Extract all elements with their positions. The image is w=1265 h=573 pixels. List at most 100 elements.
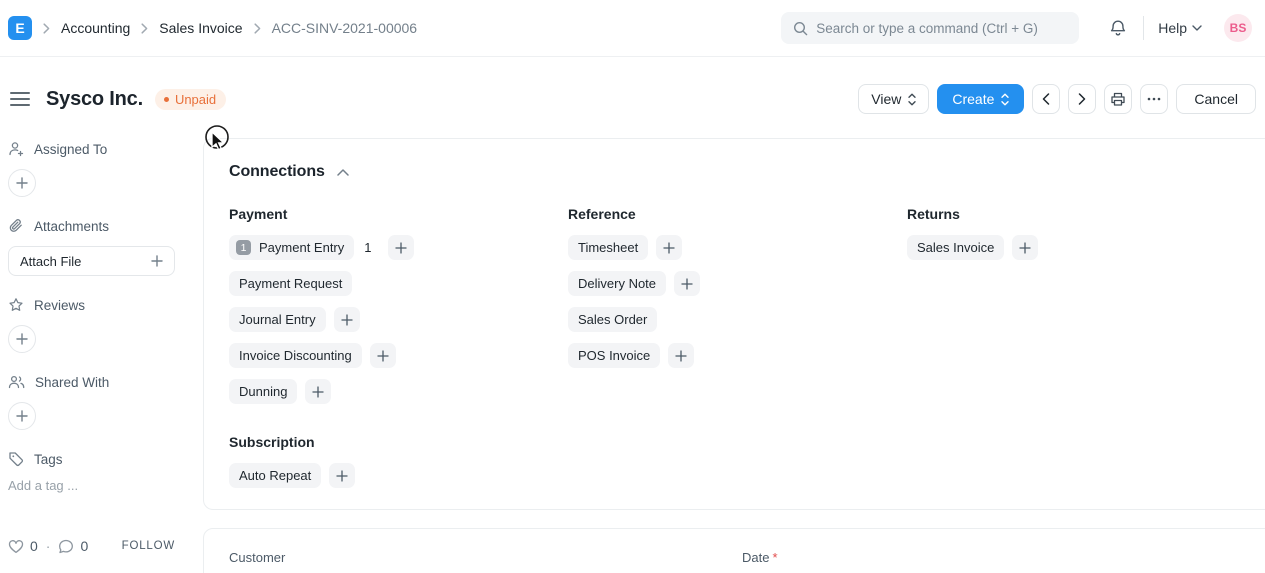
add-sales-invoice-return-button[interactable] [1012, 235, 1039, 260]
add-dunning-button[interactable] [305, 379, 332, 404]
add-review-button[interactable] [8, 325, 36, 353]
sidebar-toggle-icon[interactable] [10, 92, 30, 106]
plus-icon [681, 277, 693, 290]
ellipsis-icon [1148, 97, 1161, 101]
sidebar-footer: 0 · 0 FOLLOW [8, 538, 175, 563]
reviews-section: Reviews [8, 297, 175, 353]
like-heart-icon[interactable] [8, 539, 24, 554]
add-journal-entry-button[interactable] [333, 307, 360, 332]
date-field-label: Date [742, 550, 770, 565]
footer-separator: · [45, 538, 51, 554]
date-field: Date * [742, 550, 1255, 573]
plus-icon [394, 241, 407, 254]
sort-chevrons-icon [1001, 93, 1010, 105]
document-sidebar: Assigned To Attachments Attach File Revi… [0, 119, 203, 573]
link-invoice-discounting[interactable]: Invoice Discounting [229, 343, 362, 368]
chevron-up-icon [337, 168, 349, 176]
required-asterisk: * [772, 550, 778, 565]
link-journal-entry[interactable]: Journal Entry [229, 307, 326, 332]
connection-row: Sales Invoice [907, 235, 1246, 260]
chevron-right-icon [254, 22, 261, 34]
add-delivery-note-button[interactable] [674, 271, 701, 296]
tags-section: Tags Add a tag ... [8, 451, 175, 494]
previous-document-button[interactable] [1032, 84, 1061, 114]
user-plus-icon [8, 141, 24, 157]
notifications-bell-icon[interactable] [1109, 19, 1127, 38]
search-input[interactable]: Search or type a command (Ctrl + G) [781, 12, 1080, 44]
chevron-down-icon [1192, 25, 1202, 31]
open-count: 1 [364, 240, 372, 255]
chevron-right-icon [43, 22, 50, 34]
connection-row: Timesheet [568, 235, 907, 260]
link-timesheet[interactable]: Timesheet [568, 235, 649, 260]
connections-group-reference: Reference Timesheet Delivery Note Sales … [568, 206, 907, 415]
more-options-button[interactable] [1140, 84, 1169, 114]
user-avatar[interactable]: BS [1224, 14, 1252, 42]
breadcrumb-accounting[interactable]: Accounting [61, 20, 130, 36]
plus-icon [663, 241, 675, 254]
content-area: Assigned To Attachments Attach File Revi… [0, 119, 1265, 573]
connection-row: Auto Repeat [229, 463, 1255, 488]
link-pos-invoice[interactable]: POS Invoice [568, 343, 661, 368]
count-badge: 1 [236, 240, 251, 255]
add-tag-input[interactable]: Add a tag ... [8, 478, 175, 493]
plus-icon [16, 410, 28, 422]
assigned-to-section: Assigned To [8, 141, 175, 197]
tag-icon [8, 451, 24, 467]
link-auto-repeat[interactable]: Auto Repeat [229, 463, 322, 488]
connection-row: POS Invoice [568, 343, 907, 368]
connections-grid: Payment 1 Payment Entry 1 Payment Reques… [229, 206, 1255, 415]
connection-row: Delivery Note [568, 271, 907, 296]
plus-icon [377, 349, 389, 362]
attach-file-button[interactable]: Attach File [8, 246, 175, 276]
breadcrumb-sales-invoice[interactable]: Sales Invoice [159, 20, 242, 36]
reviews-label: Reviews [34, 297, 86, 313]
comment-count: 0 [80, 538, 89, 554]
navbar-divider [1143, 16, 1145, 40]
customer-field-label: Customer [229, 550, 286, 565]
print-button[interactable] [1104, 84, 1133, 114]
connection-row: Dunning [229, 379, 568, 404]
add-invoice-discounting-button[interactable] [369, 343, 396, 368]
add-payment-entry-button[interactable] [387, 235, 414, 260]
group-title: Reference [568, 206, 636, 222]
add-timesheet-button[interactable] [656, 235, 683, 260]
add-share-button[interactable] [8, 402, 36, 430]
plus-icon [340, 313, 353, 326]
sort-chevrons-icon [908, 93, 917, 105]
connections-title: Connections [229, 163, 325, 180]
plus-icon [151, 255, 163, 267]
link-payment-request[interactable]: Payment Request [229, 271, 353, 296]
connection-row: 1 Payment Entry 1 [229, 235, 568, 260]
page-header: Sysco Inc. Unpaid View Create Cancel [0, 57, 1265, 151]
create-button[interactable]: Create [937, 84, 1025, 114]
add-assignment-button[interactable] [8, 169, 36, 197]
connection-row: Payment Request [229, 271, 568, 296]
navbar: E Accounting Sales Invoice ACC-SINV-2021… [0, 0, 1265, 57]
connections-card: Connections Payment 1 Payment Entry 1 Pa… [203, 138, 1265, 510]
breadcrumb-document-id: ACC-SINV-2021-00006 [271, 20, 418, 36]
connection-row: Invoice Discounting [229, 343, 568, 368]
connections-header[interactable]: Connections [229, 163, 1255, 181]
next-document-button[interactable] [1068, 84, 1097, 114]
cancel-button[interactable]: Cancel [1176, 84, 1256, 114]
customer-field: Customer [229, 550, 742, 573]
group-title: Returns [907, 206, 960, 222]
add-pos-invoice-button[interactable] [668, 343, 695, 368]
follow-button[interactable]: FOLLOW [122, 540, 175, 552]
comment-bubble-icon[interactable] [58, 539, 74, 554]
link-sales-invoice-return[interactable]: Sales Invoice [907, 235, 1005, 260]
app-logo-letter: E [15, 20, 25, 36]
view-button[interactable]: View [858, 84, 930, 114]
plus-icon [16, 177, 28, 189]
connections-group-payment: Payment 1 Payment Entry 1 Payment Reques… [229, 206, 568, 415]
link-delivery-note[interactable]: Delivery Note [568, 271, 667, 296]
avatar-initials: BS [1229, 21, 1247, 35]
users-icon [8, 374, 25, 390]
link-payment-entry[interactable]: 1 Payment Entry [229, 235, 355, 260]
app-logo[interactable]: E [8, 16, 32, 40]
help-menu[interactable]: Help [1158, 20, 1202, 36]
link-dunning[interactable]: Dunning [229, 379, 298, 404]
add-auto-repeat-button[interactable] [329, 463, 356, 488]
link-sales-order[interactable]: Sales Order [568, 307, 658, 332]
